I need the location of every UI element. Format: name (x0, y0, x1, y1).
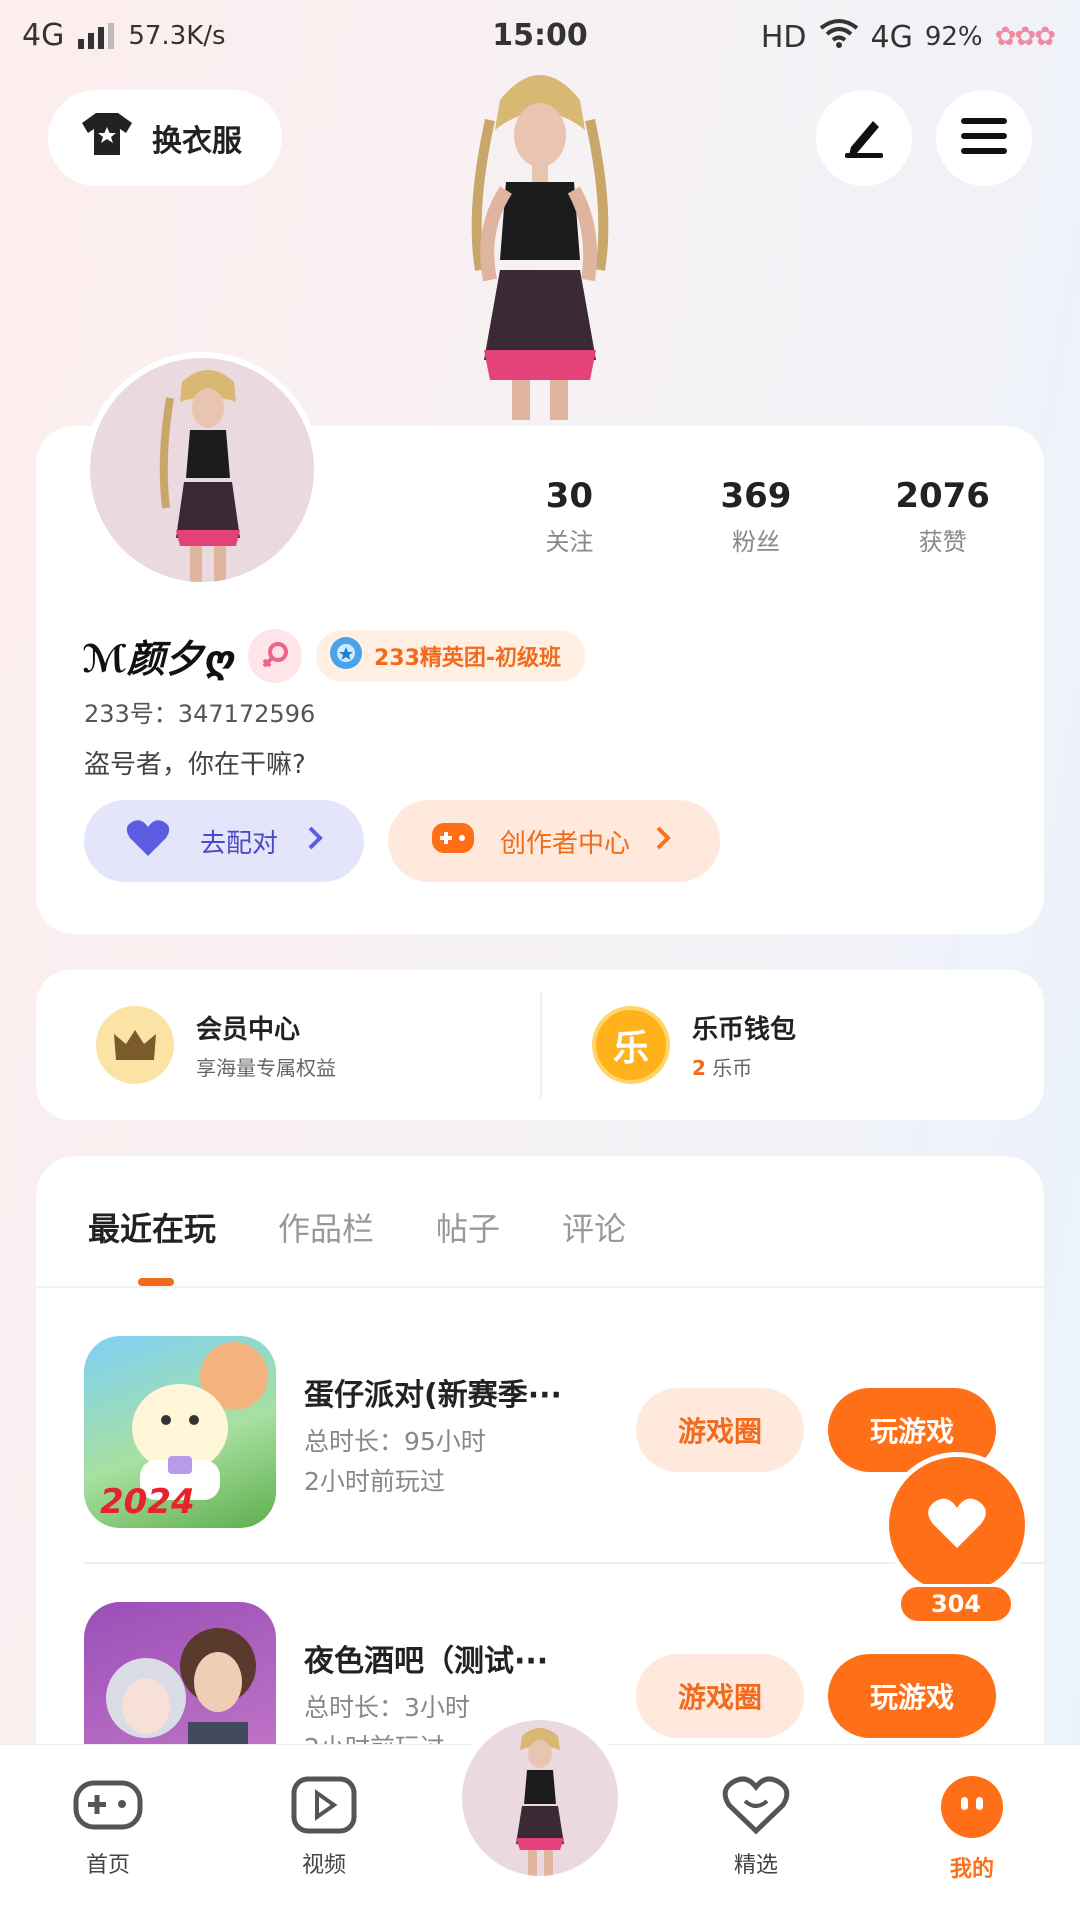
tab-indicator (138, 1278, 174, 1286)
menu-button[interactable] (936, 90, 1032, 186)
nav-home[interactable]: 首页 (48, 1775, 168, 1879)
likes-label: 获赞 (918, 528, 967, 556)
tab-posts[interactable]: 帖子 (436, 1204, 500, 1250)
member-center-subtitle: 享海量专属权益 (196, 1056, 336, 1080)
divider (540, 992, 542, 1098)
chevron-right-icon (306, 824, 324, 859)
game-circle-button[interactable]: 游戏圈 (636, 1388, 804, 1472)
coin-unit: 乐币 (712, 1056, 753, 1080)
gamepad-icon (430, 819, 476, 864)
tab-works[interactable]: 作品栏 (278, 1204, 374, 1250)
game-last-played: 2小时前玩过 (304, 1467, 445, 1496)
nav-me[interactable]: 我的 (912, 1775, 1032, 1883)
user-id[interactable]: 233号：347172596 (84, 694, 315, 729)
menu-icon (961, 116, 1007, 160)
coin-amount: 2 (692, 1056, 706, 1080)
likes-stat[interactable]: 2076 获赞 (853, 476, 1033, 557)
followers-label: 粉丝 (731, 528, 780, 556)
coin-icon-char: 乐 (612, 1028, 649, 1069)
edit-profile-button[interactable] (816, 90, 912, 186)
game-circle-button[interactable]: 游戏圈 (636, 1654, 804, 1738)
likes-count: 2076 (895, 476, 990, 516)
rank-badge[interactable]: 233精英团-初级班 (315, 629, 586, 682)
tab-comments[interactable]: 评论 (562, 1204, 626, 1250)
list-item[interactable]: 2024 蛋仔派对(新赛季··· 总时长：95小时 2小时前玩过 游戏圈 玩游戏 (84, 1336, 996, 1532)
avatar[interactable] (84, 352, 320, 588)
tab-recently-played[interactable]: 最近在玩 (88, 1204, 216, 1250)
wifi-icon (819, 18, 859, 56)
profile-face-icon (939, 1776, 1005, 1843)
creator-center-label: 创作者中心 (500, 828, 631, 859)
rank-label: 233精英团-初级班 (373, 645, 562, 671)
divider (36, 1286, 1044, 1288)
match-label: 去配对 (200, 828, 279, 859)
female-icon (247, 628, 302, 683)
coin-wallet-title: 乐币钱包 (692, 1015, 797, 1045)
pen-icon (841, 113, 887, 163)
match-button[interactable]: 去配对 (84, 800, 364, 882)
bio: 盗号者，你在干嘛? (84, 750, 306, 780)
profile-tabs: 最近在玩 作品栏 帖子 评论 (88, 1204, 626, 1250)
creator-center-button[interactable]: 创作者中心 (388, 800, 720, 882)
nav-video[interactable]: 视频 (264, 1775, 384, 1879)
avatar-figure[interactable] (420, 60, 660, 430)
change-outfit-button[interactable]: 换衣服 (48, 90, 282, 186)
tshirt-icon (80, 111, 134, 165)
member-center[interactable]: 会员中心 享海量专属权益 (96, 1006, 336, 1084)
game-icon: 2024 (84, 1336, 276, 1528)
nav-me-label: 我的 (949, 1857, 994, 1882)
heart-icon (926, 1496, 988, 1554)
flower-icon: ✿✿✿ (994, 22, 1056, 52)
video-icon (290, 1776, 358, 1839)
coin-wallet-balance: 2 乐币 (692, 1052, 796, 1081)
change-outfit-label: 换衣服 (152, 124, 242, 159)
medal-icon (328, 635, 364, 677)
battery-level: 92% (924, 22, 983, 52)
game-badge: 2024 (100, 1482, 195, 1522)
like-button[interactable] (884, 1452, 1030, 1598)
member-center-title: 会员中心 (196, 1015, 301, 1045)
nav-home-label: 首页 (85, 1853, 130, 1878)
following-label: 关注 (545, 528, 594, 556)
nav-avatar-button[interactable] (454, 1712, 626, 1884)
game-duration: 总时长：95小时 (304, 1427, 486, 1456)
heart-icon (124, 818, 172, 865)
nav-video-label: 视频 (301, 1853, 346, 1878)
heart-icon (721, 1776, 791, 1839)
play-game-button[interactable]: 玩游戏 (828, 1654, 996, 1738)
game-title: 蛋仔派对(新赛季··· (304, 1378, 562, 1413)
following-count: 30 (545, 476, 593, 516)
game-title: 夜色酒吧（测试··· (304, 1644, 549, 1679)
like-count: 304 (898, 1584, 1014, 1624)
coin-wallet[interactable]: 乐 乐币钱包 2 乐币 (592, 1006, 796, 1084)
gamepad-icon (72, 1780, 144, 1839)
game-duration: 总时长：3小时 (304, 1693, 470, 1722)
member-wallet-card: 会员中心 享海量专属权益 乐 乐币钱包 2 乐币 (36, 970, 1044, 1120)
chevron-right-icon (654, 824, 672, 859)
nickname: ℳ颜夕ღ (82, 637, 234, 681)
name-row: ℳ颜夕ღ 233精英团-初级班 (82, 628, 586, 683)
network-type-2: 4G (870, 19, 913, 55)
crown-icon (96, 1006, 174, 1084)
following-stat[interactable]: 30 关注 (479, 476, 659, 557)
followers-count: 369 (720, 476, 792, 516)
hd-indicator: HD (760, 19, 807, 55)
recent-games-panel: 最近在玩 作品栏 帖子 评论 2024 蛋仔派对(新赛季··· 总时长：95小时… (36, 1156, 1044, 1776)
nav-featured[interactable]: 精选 (696, 1775, 816, 1879)
nav-featured-label: 精选 (733, 1853, 778, 1878)
profile-stats: 30 关注 369 粉丝 2076 获赞 (476, 476, 1036, 557)
coin-icon: 乐 (592, 1006, 670, 1084)
followers-stat[interactable]: 369 粉丝 (666, 476, 846, 557)
